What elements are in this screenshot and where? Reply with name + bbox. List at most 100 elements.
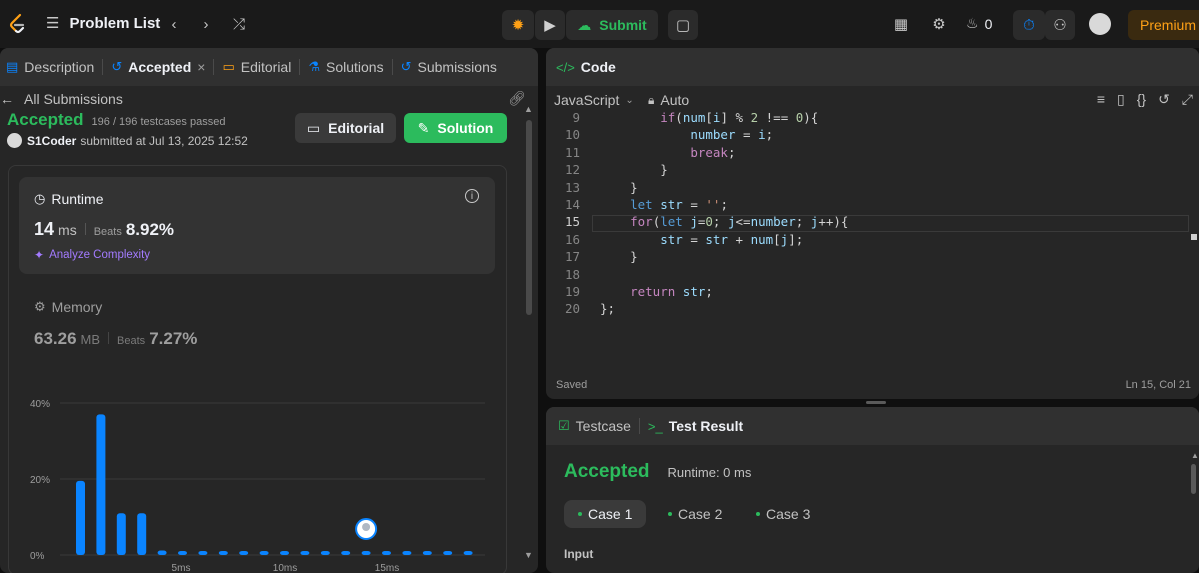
code-line[interactable]: 16 str = str + num[j]; (546, 232, 803, 250)
code-line[interactable]: 20}; (546, 301, 615, 319)
scroll-down-icon[interactable]: ▼ (524, 550, 534, 564)
scrollbar-thumb[interactable] (1191, 464, 1196, 494)
run-icon[interactable]: ▶ (535, 10, 565, 40)
resize-handle[interactable] (866, 401, 886, 404)
code-line[interactable]: 14 let str = ''; (546, 197, 728, 215)
auto-mode[interactable]: 🔒︎ Auto (648, 92, 689, 108)
add-user-icon[interactable]: ⚇ (1045, 10, 1075, 40)
test-scrollbar[interactable]: ▲ (1191, 451, 1199, 561)
code-scrollbar[interactable] (1191, 152, 1199, 262)
histogram-bar[interactable] (96, 414, 106, 555)
layout-grid-icon[interactable]: ▦ (891, 14, 911, 34)
case-3-tab[interactable]: Case 3 (742, 500, 824, 528)
line-code: return str; (630, 284, 713, 299)
tab-testcase[interactable]: ☑ Testcase (546, 407, 637, 445)
case-1-tab[interactable]: Case 1 (564, 500, 647, 528)
memory-header[interactable]: ⚙ Memory (34, 299, 102, 315)
prev-problem-icon[interactable]: ‹ (164, 14, 184, 34)
gear-icon[interactable]: ⚙ (929, 14, 949, 34)
editorial-button[interactable]: ▭ Editorial (295, 113, 396, 143)
submitted-time: submitted at Jul 13, 2025 12:52 (80, 133, 248, 148)
info-icon[interactable]: i (465, 189, 479, 203)
histogram-bar[interactable] (443, 551, 453, 555)
analyze-complexity-link[interactable]: ✦ Analyze Complexity (34, 248, 150, 262)
username[interactable]: S1Coder (27, 134, 76, 148)
tab-editorial[interactable]: ▭ Editorial (216, 48, 297, 86)
solution-button[interactable]: ✎ Solution (404, 113, 507, 143)
checkbox-icon: ☑ (558, 418, 570, 433)
notes-icon[interactable]: ▢ (668, 10, 698, 40)
user-avatar[interactable] (7, 133, 22, 148)
histogram-bar[interactable] (341, 551, 351, 555)
code-line[interactable]: 17 } (546, 249, 638, 267)
avatar[interactable] (1089, 13, 1111, 35)
tab-code[interactable]: </> Code (546, 48, 622, 86)
shuffle-icon[interactable]: ⤮ (228, 14, 250, 34)
histogram-bar[interactable] (218, 551, 228, 555)
histogram-bar[interactable] (463, 551, 473, 555)
tab-test-result[interactable]: >_ Test Result (642, 407, 749, 445)
scrollbar-marker (1191, 234, 1197, 240)
line-number: 15 (564, 214, 580, 230)
histogram-bar[interactable] (422, 551, 432, 555)
histogram-bar[interactable] (300, 551, 310, 555)
histogram-bar[interactable] (402, 551, 412, 555)
code-line[interactable]: 11 break; (546, 145, 736, 163)
result-runtime: Runtime: 0 ms (667, 465, 752, 480)
test-panel: ☑ Testcase >_ Test Result Accepted Runti… (546, 407, 1199, 573)
x-tick-label: 15ms (375, 563, 399, 573)
tab-label: Editorial (240, 59, 292, 75)
histogram-bar[interactable] (157, 550, 167, 555)
histogram-bar[interactable] (76, 480, 85, 555)
leetcode-logo[interactable] (6, 12, 30, 36)
submit-button[interactable]: ☁ Submit (566, 10, 658, 40)
streak-counter[interactable]: ♨ 0 (966, 15, 992, 32)
braces-icon[interactable]: {} (1137, 91, 1146, 108)
code-line[interactable]: 9 if(num[i] % 2 !== 0){ (546, 110, 818, 128)
histogram-bar[interactable] (198, 551, 208, 555)
language-select[interactable]: JavaScript ⌄ (554, 92, 634, 108)
code-line[interactable]: 19 return str; (546, 284, 713, 302)
histogram-bar[interactable] (239, 551, 249, 555)
timer-icon[interactable]: ⏱ (1013, 10, 1045, 40)
format-icon[interactable]: ≡ (1097, 91, 1105, 108)
histogram-bar[interactable] (382, 551, 391, 555)
left-scrollbar-thumb[interactable] (526, 120, 532, 315)
x-tick-label: 10ms (273, 563, 297, 573)
tab-submissions[interactable]: ↺ Submissions (395, 48, 503, 86)
next-problem-icon[interactable]: › (196, 14, 216, 34)
tab-description[interactable]: ▤ Description (0, 48, 100, 86)
memory-title: Memory (51, 299, 103, 315)
histogram-bar[interactable] (361, 551, 371, 555)
code-line[interactable]: 10 number = i; (546, 127, 773, 145)
case-2-tab[interactable]: Case 2 (654, 500, 736, 528)
histogram-bar[interactable] (137, 513, 147, 555)
tab-solutions[interactable]: ⚗ Solutions (302, 48, 389, 86)
x-tick-label: 5ms (172, 563, 191, 573)
histogram-bar[interactable] (259, 551, 269, 555)
premium-button[interactable]: Premium (1128, 10, 1199, 40)
divider (102, 59, 104, 75)
runtime-card[interactable]: ◷ Runtime i 14 ms Beats 8.92% ✦ Analyze … (19, 177, 495, 274)
histogram-bar[interactable] (116, 513, 126, 555)
back-to-submissions[interactable]: ← All Submissions (0, 90, 123, 108)
debug-icon[interactable]: ✹ (502, 10, 534, 40)
tab-accepted[interactable]: ↺ Accepted × (105, 48, 211, 86)
problem-list-label: Problem List (69, 14, 161, 32)
code-line[interactable]: 13 } (546, 180, 638, 198)
reset-icon[interactable]: ↺ (1158, 91, 1170, 108)
code-line[interactable]: 12 } (546, 162, 668, 180)
line-number: 20 (564, 301, 580, 317)
bookmark-icon[interactable]: ▯ (1117, 91, 1125, 108)
pass-dot (756, 512, 760, 516)
close-icon[interactable]: × (197, 59, 205, 75)
scroll-up-icon[interactable]: ▲ (1191, 451, 1199, 460)
histogram-bar[interactable] (178, 551, 187, 555)
code-line[interactable]: 18 (546, 267, 600, 285)
clock-icon: ◷ (34, 191, 46, 206)
expand-icon[interactable]: ⤢ (1182, 91, 1193, 108)
histogram-bar[interactable] (280, 551, 289, 555)
histogram-bar[interactable] (320, 551, 330, 555)
problem-list-button[interactable]: ☰ Problem List (46, 14, 161, 33)
